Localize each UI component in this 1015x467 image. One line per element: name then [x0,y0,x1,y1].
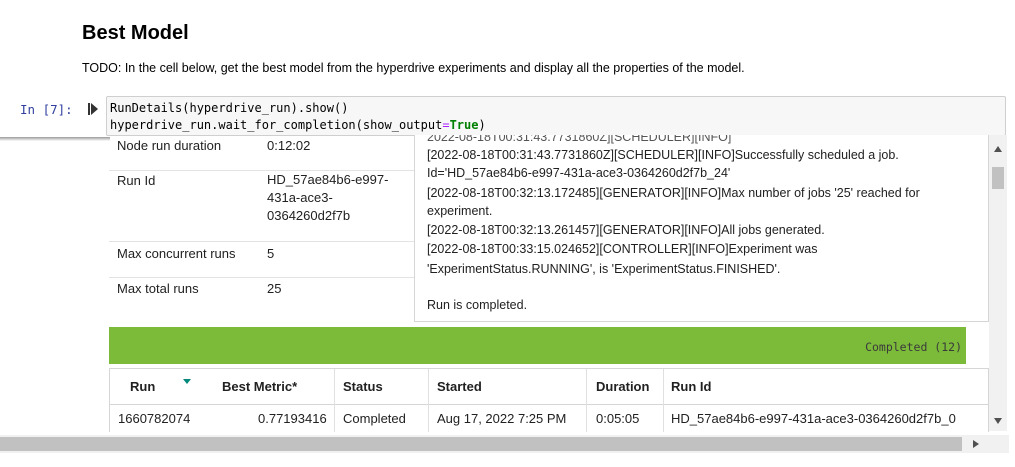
code-line-1: RunDetails(hyperdrive_run).show() [110,101,349,115]
column-divider [428,369,429,432]
log-line: Run is completed. [427,298,528,312]
cell-run[interactable]: 1660782074 [118,411,190,426]
cell-prompt: In [7]: [20,102,73,117]
code-text: hyperdrive_run.wait_for_completion(show_… [110,118,443,132]
property-row: Max concurrent runs 5 [109,241,414,278]
progress-label: Completed (12) [865,340,962,354]
column-divider [663,369,664,432]
column-header-run-id[interactable]: Run Id [671,379,711,394]
sort-descending-icon[interactable] [183,379,191,384]
code-operator: = [442,118,450,132]
log-line: [2022-08-18T00:32:13.172485][GENERATOR][… [427,186,920,200]
column-divider [110,369,111,432]
code-line-2: hyperdrive_run.wait_for_completion(show_… [110,118,486,132]
run-properties-table: Node run duration 0:12:02 Run Id HD_57ae… [109,135,414,322]
cell-run-id[interactable]: HD_57ae84b6-e997-431a-ace3-0364260d2f7b_… [671,411,956,426]
column-divider [334,369,335,432]
code-keyword: True [449,118,479,132]
horizontal-scrollbar[interactable] [0,435,1009,453]
column-divider [586,369,587,432]
run-progress-bar: Completed (12) [109,327,966,364]
column-header-started[interactable]: Started [437,379,482,394]
log-line: Id='HD_57ae84b6-e997-431a-ace3-0364260d2… [427,166,731,180]
code-text-end: ) [478,118,486,132]
scroll-down-icon[interactable] [994,418,1002,424]
property-key: Max concurrent runs [117,246,236,261]
scroll-right-icon[interactable] [973,440,979,448]
property-key: Max total runs [117,281,199,296]
property-row: Run Id HD_57ae84b6-e997-431a-ace3-036426… [109,170,414,242]
property-row: Max total runs 25 [109,277,414,322]
vertical-scrollbar[interactable] [989,135,1007,431]
column-header-run[interactable]: Run [130,379,155,394]
scrollbar-thumb[interactable] [992,167,1004,189]
section-heading: Best Model [82,22,189,44]
property-key: Run Id [117,173,156,188]
property-value: 0:12:02 [267,138,311,153]
column-header-duration[interactable]: Duration [596,379,649,394]
column-header-status[interactable]: Status [343,379,383,394]
property-key: Node run duration [117,138,222,153]
run-cell-icon[interactable] [88,103,98,115]
cell-duration: 0:05:05 [596,411,640,426]
log-line: 'ExperimentStatus.RUNNING', is 'Experime… [427,262,781,276]
column-header-best-metric[interactable]: Best Metric* [222,379,297,394]
property-value: 25 [267,281,282,296]
child-runs-table: Run Best Metric* Status Started Duration… [109,368,989,432]
cell-started: Aug 17, 2022 7:25 PM [437,411,567,426]
log-line: experiment. [427,204,493,218]
cell-output-shadow [0,137,110,141]
log-line: [2022-08-18T00:31:43.7731860Z][SCHEDULER… [427,148,899,162]
property-row: Node run duration 0:12:02 [109,135,414,171]
scroll-up-icon[interactable] [994,146,1002,152]
log-line: [2022-08-18T00:33:15.024652][CONTROLLER]… [427,242,818,256]
cell-best-metric: 0.77193416 [258,411,327,426]
run-log-output[interactable]: 2022-08-18T00:31:43.7731860Z][SCHEDULER]… [414,135,989,322]
property-value: HD_57ae84b6-e997-431a-ace3-0364260d2f7b [267,172,389,223]
scrollbar-thumb[interactable] [0,437,962,451]
log-line: [2022-08-18T00:32:13.261457][GENERATOR][… [427,223,825,237]
code-cell-input[interactable]: RunDetails(hyperdrive_run).show() hyperd… [106,96,1006,136]
cell-status: Completed [343,411,406,426]
log-clipped-line: 2022-08-18T00:31:43.7731860Z][SCHEDULER]… [427,135,732,144]
property-value: 5 [267,246,275,261]
todo-text: TODO: In the cell below, get the best mo… [82,61,745,75]
